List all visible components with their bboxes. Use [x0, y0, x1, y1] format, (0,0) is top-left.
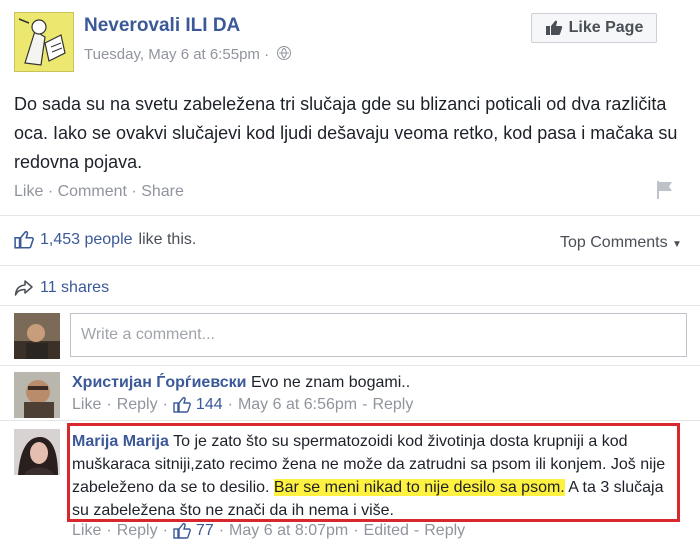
comment-time[interactable]: May 6 at 8:07pm — [229, 522, 348, 540]
comment-sep: · — [162, 396, 168, 413]
comment-like-count[interactable]: 144 — [196, 396, 223, 414]
comment-sep: · — [353, 522, 359, 539]
user-photo-icon — [14, 313, 60, 359]
red-annotation-box — [67, 423, 680, 522]
like-page-button[interactable]: Like Page — [531, 13, 657, 43]
page-name[interactable]: Neverovali ILI DA — [84, 15, 240, 37]
thumbs-up-icon — [173, 523, 191, 539]
divider — [0, 365, 700, 366]
comment-2-actions: Like · Reply · 77 · May 6 at 8:07pm · Ed… — [72, 522, 465, 540]
user-photo-icon — [14, 372, 60, 418]
comment-dash: - — [413, 522, 420, 539]
facebook-post: Neverovali ILI DA Tuesday, May 6 at 6:55… — [0, 0, 700, 554]
comment-1-actions: Like · Reply · 144 · May 6 at 6:56pm - R… — [72, 396, 413, 414]
flag-icon[interactable] — [656, 180, 674, 205]
comment-sep: · — [227, 396, 233, 413]
likes-suffix: like this. — [138, 231, 197, 248]
comment-reply-link-2[interactable]: Reply — [372, 396, 413, 414]
like-link[interactable]: Like — [14, 183, 43, 200]
like-page-label: Like Page — [568, 19, 644, 36]
comment-like-count[interactable]: 77 — [196, 522, 214, 540]
divider — [0, 265, 700, 266]
post-actions: Like · Comment · Share — [14, 183, 184, 201]
post-timestamp[interactable]: Tuesday, May 6 at 6:55pm · — [84, 46, 292, 63]
globe-icon[interactable] — [277, 46, 292, 60]
thumbs-up-icon — [545, 20, 562, 35]
comment-link[interactable]: Comment — [58, 183, 127, 200]
comment-input-placeholder: Write a comment... — [81, 326, 215, 343]
user-photo-icon — [14, 429, 60, 475]
comment-sep: · — [106, 396, 112, 413]
comment-reply-link[interactable]: Reply — [117, 396, 158, 414]
comment-1: Христијан Ѓорѓиевски Evo ne znam bogami.… — [72, 371, 682, 394]
globe-icon-shape — [279, 47, 290, 59]
post-text: Do sada su na svetu zabeležena tri sluča… — [14, 94, 678, 172]
divider — [0, 215, 700, 216]
comment-edited-label[interactable]: Edited — [364, 522, 409, 540]
comment-text: Evo ne znam bogami.. — [250, 374, 411, 391]
thumbs-up-icon — [14, 231, 34, 249]
comment-sep: · — [218, 522, 225, 539]
divider — [0, 305, 700, 306]
commenter-avatar[interactable] — [14, 372, 60, 418]
share-link[interactable]: Share — [141, 183, 184, 200]
action-sep: · — [131, 183, 137, 200]
timestamp-text[interactable]: Tuesday, May 6 at 6:55pm — [84, 46, 260, 63]
comment-time[interactable]: May 6 at 6:56pm — [238, 396, 357, 414]
comment-input[interactable]: Write a comment... — [70, 313, 687, 357]
share-arrow-icon — [14, 280, 33, 296]
cartoon-logo-icon — [15, 13, 73, 71]
current-user-avatar[interactable] — [14, 313, 60, 359]
shares-count: 11 shares — [40, 279, 110, 296]
comment-sep: · — [162, 522, 168, 539]
comment-sep: · — [106, 522, 112, 539]
comment-like-link[interactable]: Like — [72, 396, 101, 414]
top-comments-dropdown[interactable]: Top Comments ▼ — [560, 234, 682, 252]
comment-dash: - — [362, 396, 368, 413]
caret-down-icon: ▼ — [672, 239, 682, 250]
comment-like-link[interactable]: Like — [72, 522, 101, 540]
action-sep: · — [47, 183, 54, 200]
comment-reply-link[interactable]: Reply — [117, 522, 158, 540]
commenter-avatar[interactable] — [14, 429, 60, 475]
shares-summary[interactable]: 11 shares — [14, 279, 109, 297]
thumbs-up-icon — [173, 397, 191, 413]
flag-icon-shape — [657, 181, 672, 199]
comment-reply-link-2[interactable]: Reply — [424, 522, 465, 540]
page-logo[interactable] — [14, 12, 74, 72]
meta-separator: · — [264, 46, 270, 63]
likes-count-link[interactable]: 1,453 people — [40, 231, 133, 249]
top-comments-label: Top Comments — [560, 234, 668, 251]
comment-author[interactable]: Христијан Ѓорѓиевски — [72, 374, 247, 391]
divider — [0, 420, 700, 421]
likes-summary: 1,453 people like this. — [14, 231, 196, 249]
